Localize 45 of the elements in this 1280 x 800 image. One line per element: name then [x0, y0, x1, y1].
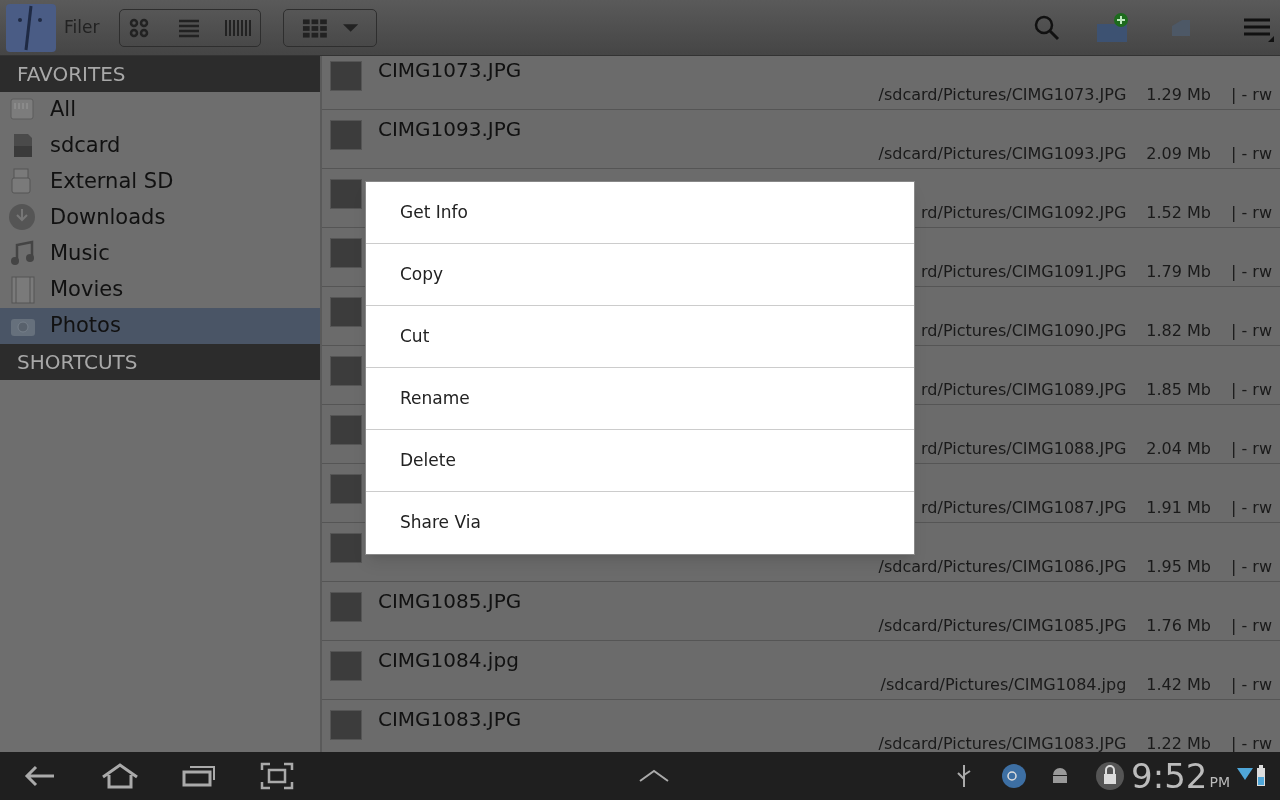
- file-permissions: | - rw: [1231, 379, 1272, 401]
- file-path: /sdcard/Pictures/CIMG1083.JPG: [878, 733, 1127, 752]
- clock-time: 9:52: [1131, 759, 1208, 793]
- file-path: /sdcard/Pictures/CIMG1093.JPG: [878, 143, 1127, 165]
- file-size: 2.09 Mb: [1146, 143, 1211, 165]
- file-permissions: | - rw: [1231, 615, 1272, 637]
- section-header: SHORTCUTS: [0, 344, 320, 380]
- file-path: /sdcard/Pictures/CIMG1085.JPG: [878, 615, 1127, 637]
- file-permissions: | - rw: [1231, 84, 1272, 106]
- file-permissions: | - rw: [1231, 674, 1272, 696]
- file-size: 1.42 Mb: [1146, 674, 1211, 696]
- file-size: 1.79 Mb: [1146, 261, 1211, 283]
- file-size: 1.76 Mb: [1146, 615, 1211, 637]
- file-name: CIMG1093.JPG: [378, 116, 522, 143]
- file-name: CIMG1084.jpg: [378, 647, 519, 674]
- file-path: rd/Pictures/CIMG1087.JPG: [921, 497, 1127, 519]
- file-permissions: | - rw: [1231, 202, 1272, 224]
- file-path: rd/Pictures/CIMG1092.JPG: [921, 202, 1127, 224]
- file-permissions: | - rw: [1231, 497, 1272, 519]
- clock-period: PM: [1209, 772, 1230, 792]
- file-permissions: | - rw: [1231, 556, 1272, 578]
- file-permissions: | - rw: [1231, 733, 1272, 752]
- file-permissions: | - rw: [1231, 261, 1272, 283]
- file-path: rd/Pictures/CIMG1091.JPG: [921, 261, 1127, 283]
- file-size: 1.85 Mb: [1146, 379, 1211, 401]
- file-name: CIMG1083.JPG: [378, 706, 522, 733]
- file-size: 1.29 Mb: [1146, 84, 1211, 106]
- file-size: 1.91 Mb: [1146, 497, 1211, 519]
- file-permissions: | - rw: [1231, 438, 1272, 460]
- section-header: FAVORITES: [0, 56, 320, 92]
- file-path: /sdcard/Pictures/CIMG1086.JPG: [878, 556, 1127, 578]
- file-permissions: | - rw: [1231, 143, 1272, 165]
- file-size: 1.52 Mb: [1146, 202, 1211, 224]
- file-path: /sdcard/Pictures/CIMG1073.JPG: [878, 84, 1127, 106]
- file-path: rd/Pictures/CIMG1089.JPG: [921, 379, 1127, 401]
- file-path: rd/Pictures/CIMG1090.JPG: [921, 320, 1127, 342]
- file-size: 1.22 Mb: [1146, 733, 1211, 752]
- file-path: rd/Pictures/CIMG1088.JPG: [921, 438, 1127, 460]
- file-name: CIMG1073.JPG: [378, 57, 522, 84]
- file-size: 1.82 Mb: [1146, 320, 1211, 342]
- file-name: CIMG1085.JPG: [378, 588, 522, 615]
- file-permissions: | - rw: [1231, 320, 1272, 342]
- file-size: 1.95 Mb: [1146, 556, 1211, 578]
- file-path: /sdcard/Pictures/CIMG1084.jpg: [880, 674, 1127, 696]
- file-size: 2.04 Mb: [1146, 438, 1211, 460]
